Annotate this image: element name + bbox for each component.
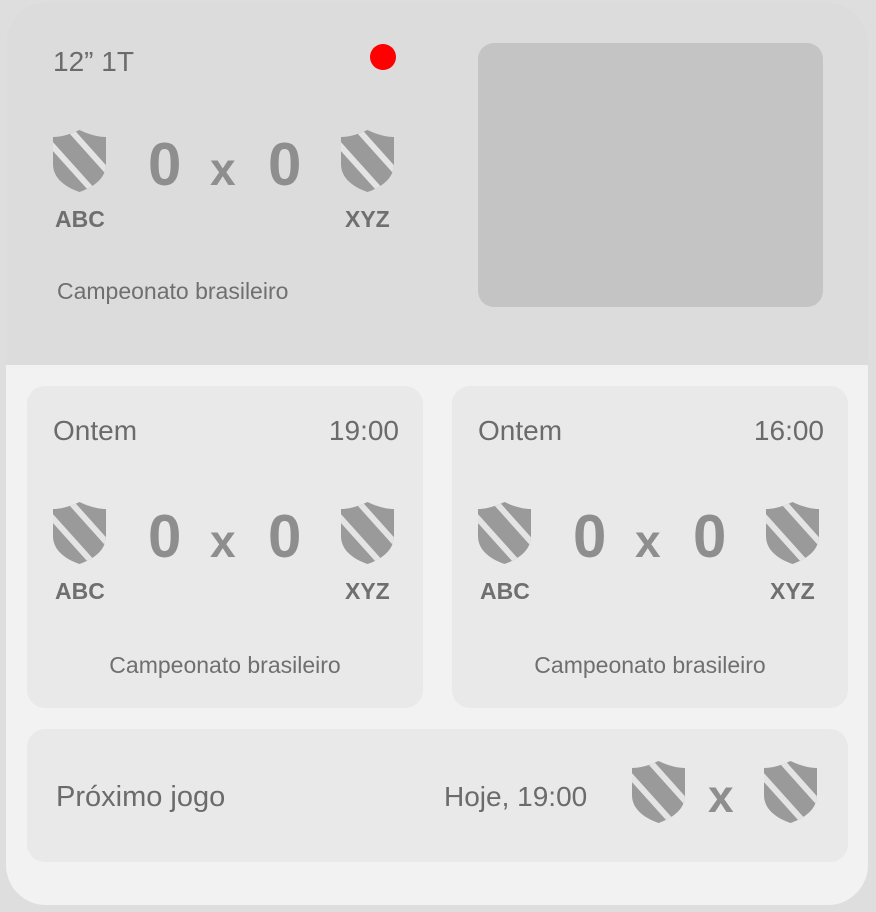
match-clock: 12” 1T	[53, 46, 134, 77]
home-score: 0	[148, 131, 182, 198]
match-media-placeholder[interactable]	[478, 43, 823, 307]
away-shield-icon	[766, 502, 819, 564]
away-shield-icon	[764, 761, 817, 823]
match-time: 16:00	[753, 415, 824, 446]
home-shield-icon	[53, 502, 106, 564]
away-shield-icon	[341, 502, 394, 564]
competition-name: Campeonato brasileiro	[534, 652, 766, 678]
match-day: Ontem	[478, 415, 563, 446]
scores-widget: 12” 1T ABC 0 x 0 XYZ Campeonato brasilei…	[6, 2, 868, 905]
score-separator: x	[635, 515, 661, 567]
away-team-name: XYZ	[345, 206, 390, 232]
away-score: 0	[268, 131, 302, 198]
next-match-separator: x	[708, 770, 734, 822]
live-match-panel[interactable]: 12” 1T ABC 0 x 0 XYZ Campeonato brasilei…	[6, 2, 868, 365]
away-score: 0	[268, 503, 302, 570]
match-day: Ontem	[53, 415, 138, 446]
away-score: 0	[693, 503, 727, 570]
home-shield-icon	[632, 761, 685, 823]
home-shield-icon	[478, 502, 531, 564]
recent-match-card[interactable]: Ontem 19:00 ABC 0 x 0 XYZ Campeonato bra…	[27, 386, 423, 708]
away-team-name: XYZ	[770, 578, 815, 604]
competition-name: Campeonato brasileiro	[109, 652, 341, 678]
away-shield-icon	[341, 130, 394, 192]
home-score: 0	[573, 503, 607, 570]
next-match-time: Hoje, 19:00	[444, 781, 588, 812]
next-match-label: Próximo jogo	[56, 781, 226, 813]
home-score: 0	[148, 503, 182, 570]
score-separator: x	[210, 143, 236, 195]
home-team-name: ABC	[55, 206, 105, 232]
recent-match-card[interactable]: Ontem 16:00 ABC 0 x 0 XYZ Campeonato bra…	[452, 386, 848, 708]
next-match-card[interactable]: Próximo jogo Hoje, 19:00 x	[27, 729, 848, 862]
match-time: 19:00	[328, 415, 399, 446]
home-team-name: ABC	[480, 578, 530, 604]
away-team-name: XYZ	[345, 578, 390, 604]
home-shield-icon	[53, 130, 106, 192]
home-team-name: ABC	[55, 578, 105, 604]
live-indicator-icon	[370, 44, 396, 70]
competition-name: Campeonato brasileiro	[57, 278, 289, 304]
score-separator: x	[210, 515, 236, 567]
